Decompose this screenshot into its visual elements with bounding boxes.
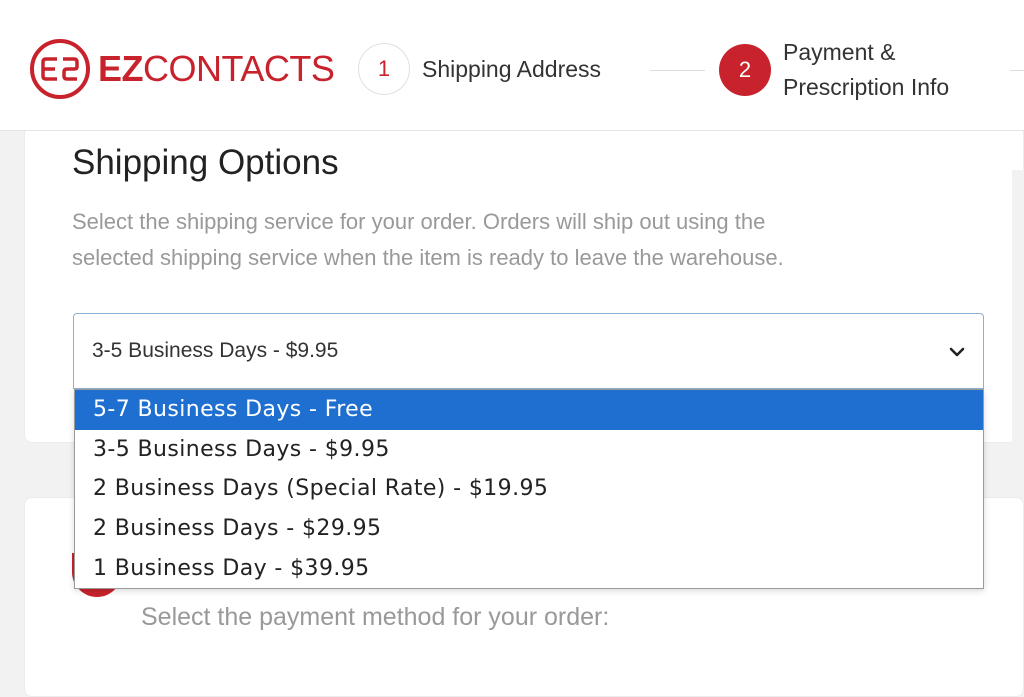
- step-label-line2: Prescription Info: [783, 74, 950, 100]
- step-payment-prescription[interactable]: 2 Payment & Prescription Info: [719, 35, 949, 105]
- description-line: selected shipping service when the item …: [72, 245, 784, 270]
- brand-wordmark: EZCONTACTS: [98, 48, 335, 90]
- dropdown-option-2-days-special[interactable]: 2 Business Days (Special Rate) - $19.95: [75, 469, 983, 509]
- brand-wordmark-bold: EZ: [98, 48, 144, 89]
- step-shipping-address[interactable]: 1 Shipping Address: [358, 43, 601, 95]
- shipping-options-title: Shipping Options: [72, 143, 339, 182]
- step-connector: [650, 70, 705, 71]
- step-label-line1: Payment &: [783, 39, 896, 65]
- description-line: Select the shipping service for your ord…: [72, 209, 766, 234]
- dropdown-option-2-days[interactable]: 2 Business Days - $29.95: [75, 509, 983, 549]
- ezcontacts-logo-icon: [30, 39, 90, 99]
- shipping-method-select[interactable]: 3-5 Business Days - $9.95: [73, 313, 984, 389]
- dropdown-option-5-7-days[interactable]: 5-7 Business Days - Free: [75, 390, 983, 430]
- card-edge: [1012, 170, 1024, 450]
- select-current-value: 3-5 Business Days - $9.95: [92, 339, 339, 362]
- checkout-header: EZCONTACTS 1 Shipping Address 2 Payment …: [0, 0, 1024, 131]
- chevron-down-icon: [949, 347, 965, 357]
- step-label: Shipping Address: [422, 55, 602, 82]
- step-label: Payment & Prescription Info: [783, 35, 949, 105]
- shipping-method-dropdown: 5-7 Business Days - Free 3-5 Business Da…: [74, 389, 984, 589]
- payment-method-description: Select the payment method for your order…: [141, 603, 610, 631]
- step-connector: [1010, 70, 1024, 71]
- step-number-badge: 1: [358, 43, 410, 95]
- step-number-badge: 2: [719, 44, 771, 96]
- dropdown-option-1-day[interactable]: 1 Business Day - $39.95: [75, 548, 983, 588]
- brand-wordmark-thin: CONTACTS: [143, 48, 335, 89]
- dropdown-option-3-5-days[interactable]: 3-5 Business Days - $9.95: [75, 430, 983, 470]
- brand-logo[interactable]: EZCONTACTS: [30, 38, 335, 100]
- shipping-options-description: Select the shipping service for your ord…: [72, 204, 952, 276]
